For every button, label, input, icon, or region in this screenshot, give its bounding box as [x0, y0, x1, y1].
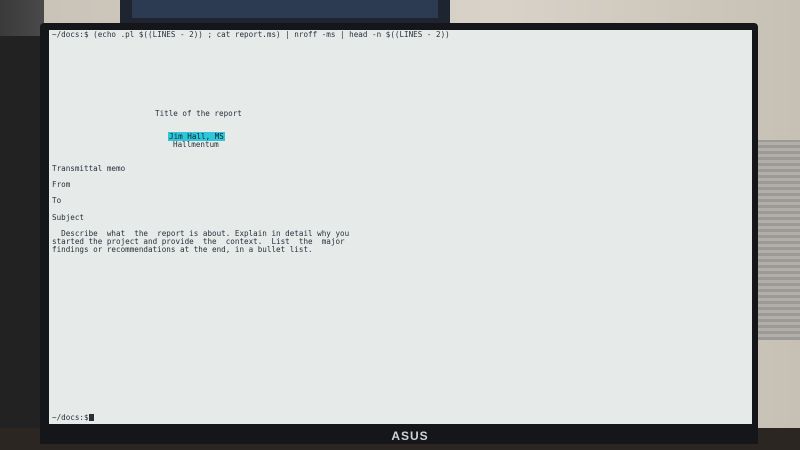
- to-field: To: [52, 196, 62, 205]
- prompt-text: ~/docs:$: [52, 413, 89, 422]
- left-speaker: [0, 36, 44, 428]
- shell-prompt[interactable]: ~/docs:$: [52, 413, 94, 422]
- monitor-brand-logo: ASUS: [391, 429, 429, 443]
- command-line: ~/docs:$ (echo .pl $((LINES - 2)) ; cat …: [52, 30, 450, 39]
- transmittal-heading: Transmittal memo: [52, 164, 126, 173]
- report-title: Title of the report: [155, 109, 242, 118]
- cubicle-panel: [756, 140, 800, 340]
- text-cursor: [88, 414, 94, 421]
- wall-picture: [132, 0, 438, 18]
- subject-field: Subject: [52, 213, 85, 222]
- report-affiliation: Hallmentum: [173, 140, 219, 149]
- from-field: From: [52, 180, 71, 189]
- paragraph-line: findings or recommendations at the end, …: [52, 245, 313, 254]
- terminal-window[interactable]: ~/docs:$ (echo .pl $((LINES - 2)) ; cat …: [49, 30, 752, 424]
- terminal-output: ~/docs:$ (echo .pl $((LINES - 2)) ; cat …: [49, 30, 752, 424]
